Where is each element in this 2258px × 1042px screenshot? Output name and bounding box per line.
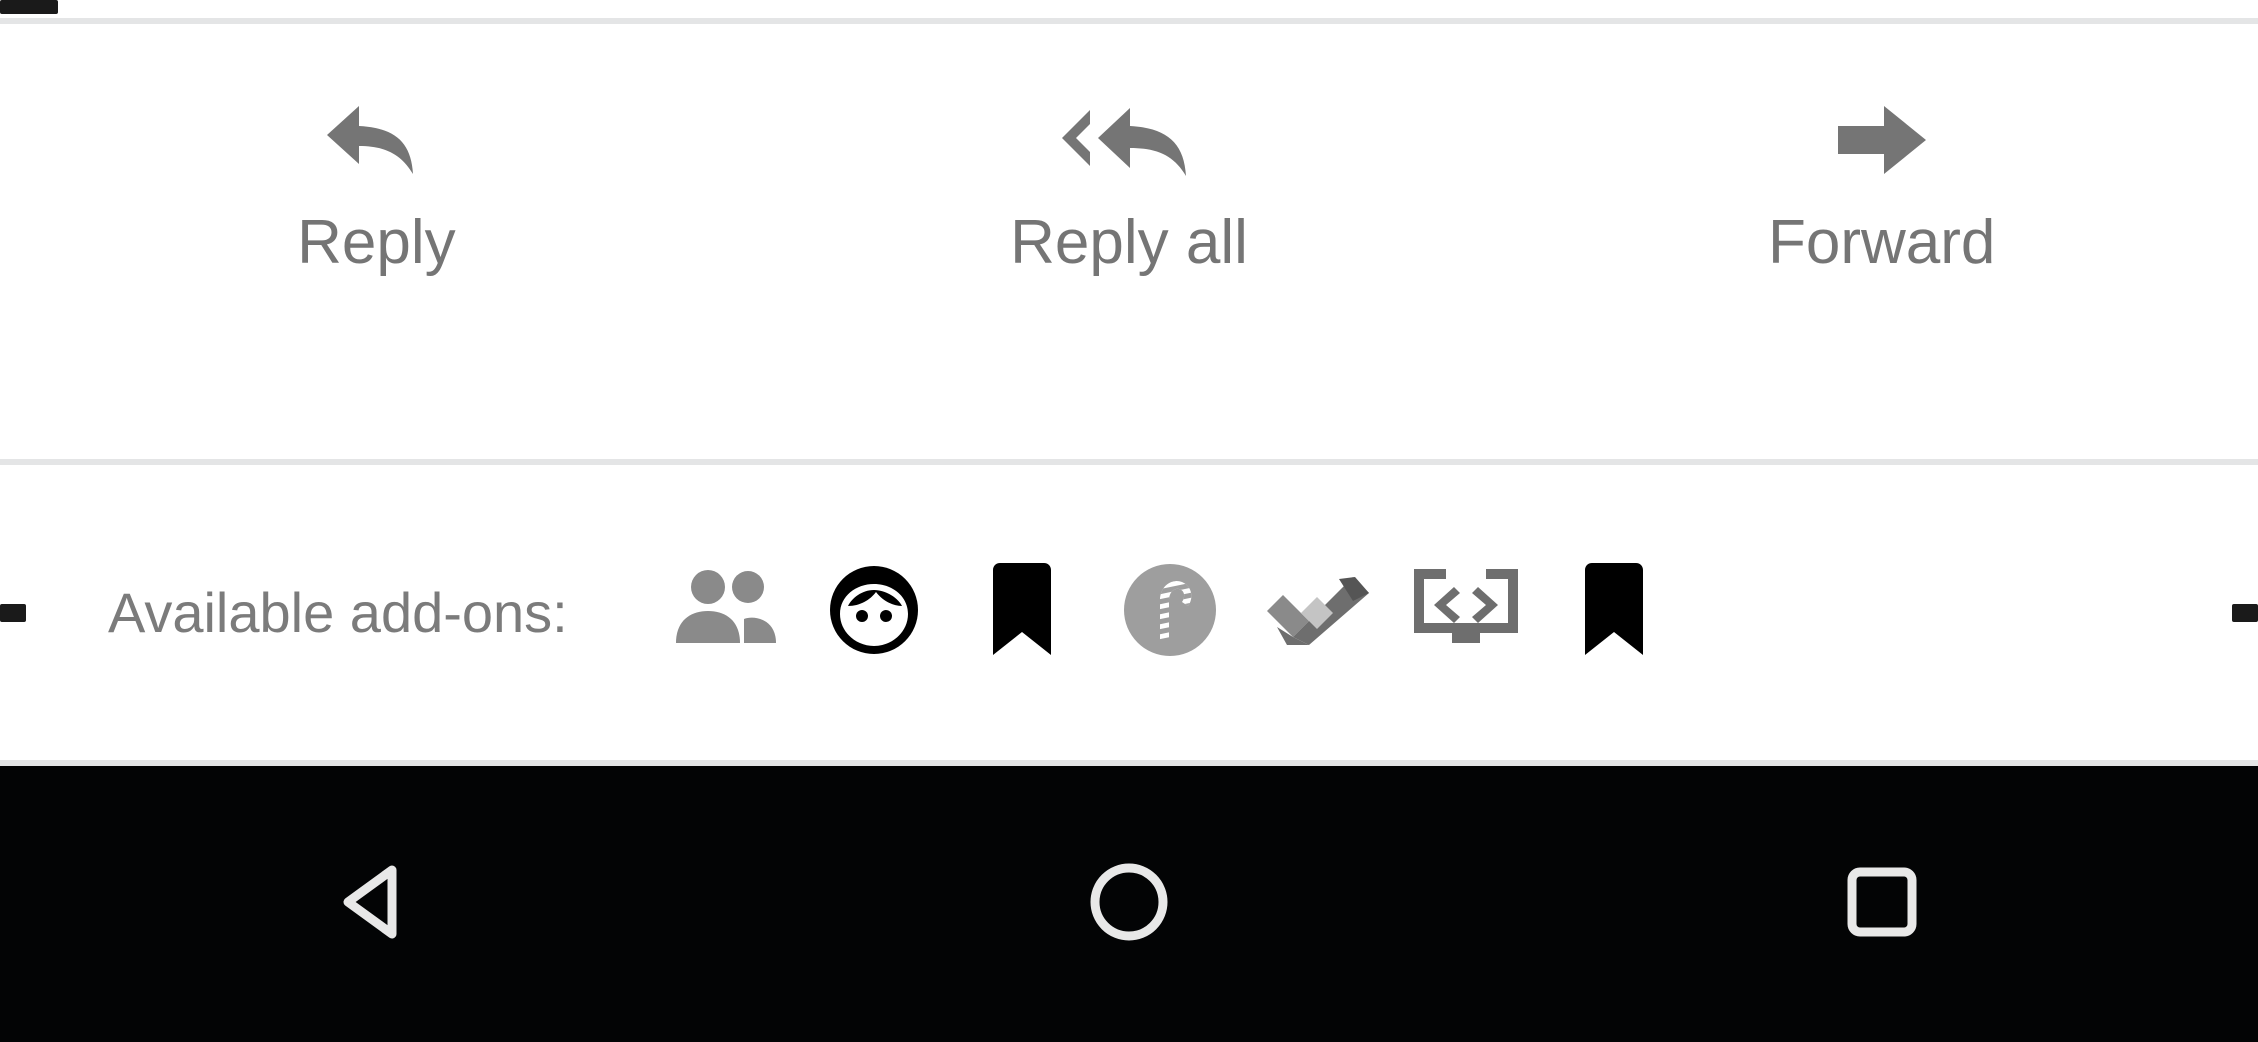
reply-label: Reply [297,208,456,277]
forward-label: Forward [1767,208,1996,277]
home-circle-icon [1083,856,1175,953]
addon-checkmark-tasks[interactable] [1244,539,1392,687]
addons-icon-list [652,539,1688,687]
candy-cane-badge-icon [1120,560,1220,665]
addons-left-edge-stub [0,603,26,622]
addon-people-contacts[interactable] [652,539,800,687]
addon-candy-cane-badge[interactable] [1096,539,1244,687]
bookmark-ribbon-icon [985,562,1059,663]
nav-back-button[interactable] [0,766,753,1042]
addons-right-edge-stub [2232,603,2258,622]
reply-all-label: Reply all [1010,208,1248,277]
reply-all-arrow-icon [1054,102,1204,178]
forward-block-arrow-icon [1832,102,1932,178]
reply-action-bar: Reply Reply all Forward [0,24,2258,459]
face-avatar-icon [826,562,922,663]
addon-bookmark-1[interactable] [948,539,1096,687]
available-addons-label: Available add-ons: [108,581,568,644]
back-triangle-icon [330,856,422,953]
recents-square-icon [1836,856,1928,953]
bookmark-ribbon-icon [1577,562,1651,663]
addon-face-avatar[interactable] [800,539,948,687]
reply-all-button[interactable]: Reply all [753,24,1506,274]
forward-button[interactable]: Forward [1505,24,2258,274]
app-screen: Reply Reply all Forward Available add-on… [0,0,2258,1042]
addon-code-monitor[interactable] [1392,539,1540,687]
reply-arrow-icon [321,102,431,178]
reply-button[interactable]: Reply [0,24,753,274]
android-navigation-bar [0,766,2258,1042]
addon-bookmark-2[interactable] [1540,539,1688,687]
checkmark-tasks-icon [1263,571,1373,654]
people-contacts-icon [670,567,782,658]
top-left-edge-stub [0,0,58,14]
nav-home-button[interactable] [753,766,1506,1042]
code-monitor-icon [1410,565,1522,660]
available-addons-bar: Available add-ons: [0,465,2258,760]
nav-recents-button[interactable] [1505,766,2258,1042]
